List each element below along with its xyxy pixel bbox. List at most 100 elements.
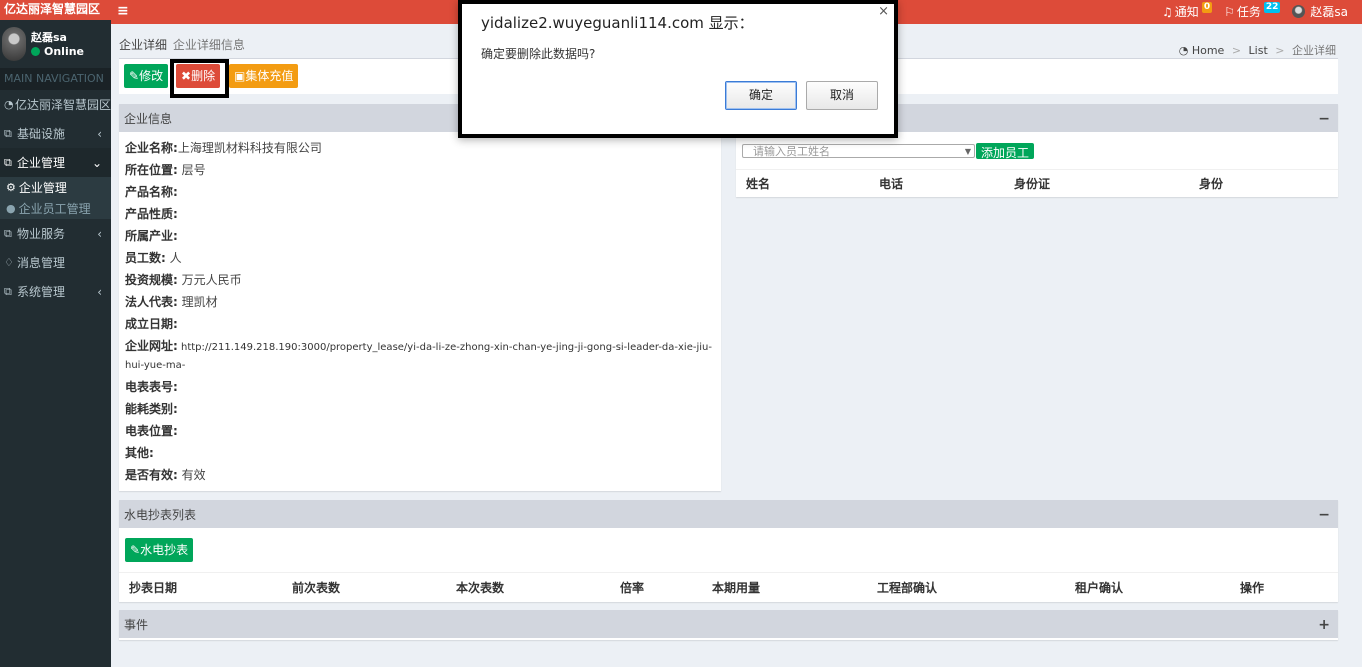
tasks-link[interactable]: ⚐ 任务 22 (1224, 2, 1281, 20)
info-row: 电表表号: (125, 380, 178, 394)
copy-icon: ⧉ (4, 155, 12, 169)
chevron-left-icon: ‹ (97, 226, 102, 241)
copy-icon: ⧉ (4, 226, 12, 240)
confirm-ok-button[interactable]: 确定 (725, 81, 797, 110)
staff-select-placeholder: 请输入员工姓名 (753, 145, 830, 158)
caret-down-icon: ▼ (964, 147, 971, 156)
add-staff-button[interactable]: 添加员工 (976, 143, 1035, 159)
meter-reading-panel: 水电抄表列表 − ✎水电抄表 抄表日期 前次表数 本次表数 倍率 本期用量 工程… (119, 500, 1338, 602)
pencil-icon: ✎ (129, 69, 140, 83)
sidebar-subitem-enterprise[interactable]: ⚙ 企业管理 (0, 177, 111, 198)
collapse-icon[interactable]: − (1318, 107, 1330, 131)
info-row: 其他: (125, 446, 154, 460)
column-header: 身份 (1199, 177, 1224, 191)
recharge-button[interactable]: ▣集体充值 (229, 64, 299, 88)
pencil-icon: ✎ (130, 543, 141, 557)
edit-button[interactable]: ✎修改 (124, 64, 169, 88)
menu-toggle-icon[interactable]: ≡ (117, 3, 129, 19)
bell-icon: ♢ (4, 256, 14, 269)
company-info-panel: 企业信息 − 企业名称:上海理凯材料科技有限公司 所在位置: 层号 产品名称: … (119, 104, 721, 491)
notifications-label: 通知 (1174, 5, 1199, 19)
column-header: 抄表日期 (129, 581, 178, 595)
column-header: 电话 (879, 177, 904, 191)
breadcrumb-home[interactable]: Home (1192, 44, 1224, 57)
company-info-list: 企业名称:上海理凯材料科技有限公司 所在位置: 层号 产品名称: 产品性质: 所… (119, 132, 721, 491)
dialog-title: yidalize2.wuyeguanli114.com 显示： (481, 14, 754, 32)
sidebar-item-system[interactable]: ⧉ 系统管理 ‹ (0, 277, 111, 306)
sidebar-subitem-label: 企业员工管理 (18, 202, 91, 216)
sidebar-item-messages[interactable]: ♢ 消息管理 (0, 248, 111, 277)
user-menu[interactable]: 赵磊sa (1292, 3, 1348, 20)
info-row: 所属产业: (125, 229, 178, 243)
app-logo[interactable]: 亿达丽泽智慧园区 (0, 0, 111, 20)
staff-table-header: 姓名 电话 身份证 身份 (736, 169, 1338, 194)
sidebar-item-label: 基础设施 (17, 127, 66, 141)
event-panel-header[interactable]: 事件 + (119, 613, 1338, 638)
column-header: 本期用量 (712, 581, 761, 595)
tasks-label: 任务 (1236, 5, 1261, 19)
meter-reading-button[interactable]: ✎水电抄表 (125, 538, 194, 562)
nav-header: MAIN NAVIGATION (0, 68, 111, 90)
info-row: 产品性质: (125, 207, 178, 221)
notifications-link[interactable]: ♫ 通知 0 (1162, 2, 1213, 20)
event-panel-title: 事件 (124, 618, 149, 632)
page-title-text: 企业详细 (119, 38, 168, 52)
info-row: 是否有效: 有效 (125, 468, 206, 482)
sidebar-subitem-label: 企业管理 (18, 181, 67, 195)
chevron-left-icon: ‹ (97, 284, 102, 299)
sidebar-item-label: 企业管理 (17, 156, 66, 170)
column-header: 租户确认 (1075, 581, 1124, 595)
sidebar-item-infrastructure[interactable]: ⧉ 基础设施 ‹ (0, 119, 111, 148)
avatar (1292, 5, 1306, 18)
dashboard-icon: ◔ (4, 98, 14, 111)
confirm-cancel-button[interactable]: 取消 (806, 81, 878, 110)
flag-icon: ⚐ (1224, 4, 1235, 19)
staff-name-select[interactable]: 请输入员工姓名 ▼ (742, 144, 975, 158)
user-icon: ● (6, 202, 16, 215)
meter-panel-title: 水电抄表列表 (124, 508, 197, 522)
user-panel: 赵磊sa Online (0, 20, 111, 66)
sidebar-item-enterprise[interactable]: ⧉ 企业管理 ⌄ (0, 148, 111, 177)
column-header: 姓名 (746, 177, 771, 191)
dialog-message: 确定要删除此数据吗? (481, 47, 596, 61)
notifications-badge: 0 (1201, 2, 1213, 13)
page-subtitle: 企业详细信息 (172, 38, 245, 52)
column-header: 工程部确认 (877, 581, 938, 595)
edit-button-label: 修改 (139, 69, 164, 83)
collapse-icon[interactable]: − (1318, 503, 1330, 527)
recharge-button-label: 集体充值 (245, 69, 294, 83)
event-panel: 事件 + (119, 610, 1338, 640)
online-status: Online (31, 45, 84, 58)
column-header: 前次表数 (292, 581, 341, 595)
sidebar-item-label: 消息管理 (17, 256, 66, 270)
breadcrumb-list[interactable]: List (1249, 44, 1268, 57)
column-header: 本次表数 (456, 581, 505, 595)
info-row: 企业名称:上海理凯材料科技有限公司 (125, 141, 322, 155)
dashboard-icon: ◔ (1178, 44, 1189, 57)
delete-button-highlight (170, 59, 229, 98)
sidebar-item-label: 亿达丽泽智慧园区 (14, 98, 111, 112)
confirm-dialog: yidalize2.wuyeguanli114.com 显示： × 确定要删除此… (458, 0, 898, 138)
column-header: 操作 (1240, 581, 1265, 595)
column-header: 身份证 (1014, 177, 1051, 191)
user-name: 赵磊sa (31, 31, 67, 44)
navbar-right: ♫ 通知 0 ⚐ 任务 22 赵磊sa (1162, 2, 1348, 20)
close-icon[interactable]: × (878, 4, 889, 19)
sidebar-item-property[interactable]: ⧉ 物业服务 ‹ (0, 219, 111, 248)
page-title: 企业详细 企业详细信息 (119, 36, 245, 53)
sidebar-item-dashboard[interactable]: ◔ 亿达丽泽智慧园区 (0, 90, 111, 119)
expand-icon[interactable]: + (1318, 613, 1330, 637)
avatar (2, 27, 26, 61)
meter-reading-button-label: 水电抄表 (140, 543, 189, 557)
sidebar-subitem-staff[interactable]: ● 企业员工管理 (0, 198, 111, 219)
sidebar: 亿达丽泽智慧园区 赵磊sa Online MAIN NAVIGATION ◔ 亿… (0, 0, 111, 667)
tasks-badge: 22 (1263, 2, 1281, 13)
breadcrumb-separator: > (1231, 44, 1242, 57)
chevron-down-icon: ⌄ (91, 155, 102, 170)
breadcrumb: ◔ Home > List > 企业详细 (1179, 42, 1336, 58)
company-info-title: 企业信息 (124, 112, 173, 126)
info-row: 法人代表: 理凯材 (125, 295, 218, 309)
info-row: 员工数: 人 (125, 251, 182, 265)
info-row: 电表位置: (125, 424, 178, 438)
info-row: 成立日期: (125, 317, 178, 331)
